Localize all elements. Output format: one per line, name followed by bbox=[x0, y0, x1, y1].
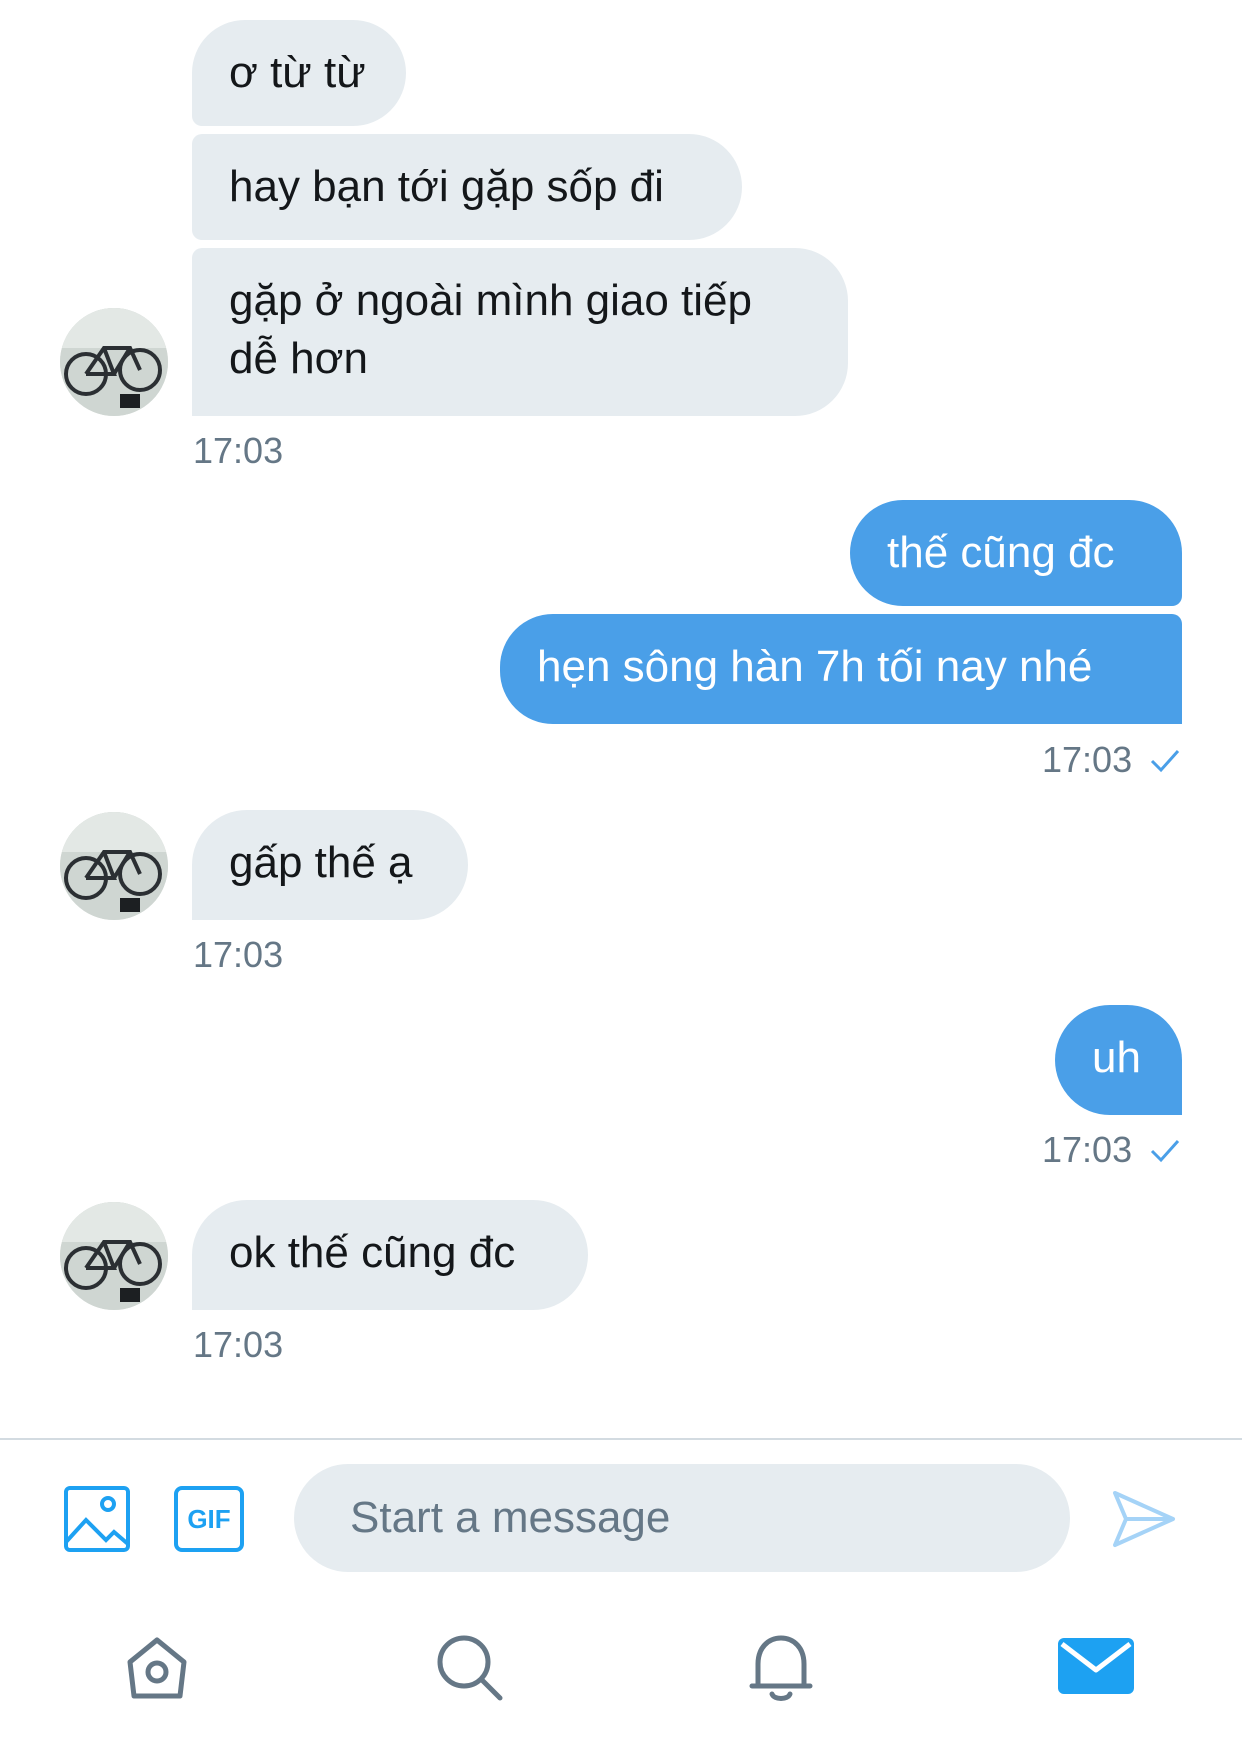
message-bubble-incoming[interactable]: hay bạn tới gặp sốp đi bbox=[192, 134, 742, 240]
tab-notifications[interactable] bbox=[744, 1630, 818, 1704]
message-bubble-incoming[interactable]: ơ từ từ bbox=[192, 20, 406, 126]
gif-button[interactable]: GIF bbox=[174, 1486, 244, 1552]
message-bubble-incoming[interactable]: gấp thế ạ bbox=[192, 810, 468, 920]
message-composer: GIF bbox=[0, 1438, 1242, 1582]
message-text-line: gặp ở ngoài mình giao tiếp bbox=[229, 276, 752, 325]
message-text: uh bbox=[1092, 1033, 1141, 1082]
tab-messages[interactable] bbox=[1056, 1634, 1136, 1698]
message-input[interactable] bbox=[294, 1464, 1070, 1572]
tab-home[interactable] bbox=[120, 1632, 194, 1706]
avatar-image bbox=[60, 308, 168, 416]
message-bubble-incoming[interactable]: gặp ở ngoài mình giao tiếp dễ hơn bbox=[192, 248, 848, 416]
message-bubble-outgoing[interactable]: uh bbox=[1055, 1005, 1182, 1115]
image-icon bbox=[64, 1486, 130, 1552]
message-thread: ơ từ từ hay bạn tới gặp sốp đi gặp ở ngo… bbox=[0, 0, 1242, 1438]
image-button[interactable] bbox=[64, 1486, 130, 1552]
message-bubble-outgoing[interactable]: thế cũng đc bbox=[850, 500, 1182, 606]
message-text-line: dễ hơn bbox=[229, 334, 368, 383]
message-timestamp: 17:03 bbox=[193, 430, 284, 471]
send-button[interactable] bbox=[1112, 1490, 1176, 1548]
message-text: hay bạn tới gặp sốp đi bbox=[229, 162, 664, 211]
message-text: ơ từ từ bbox=[229, 48, 366, 97]
avatar[interactable] bbox=[60, 1202, 168, 1310]
sent-check-icon bbox=[1150, 749, 1180, 773]
avatar[interactable] bbox=[60, 308, 168, 416]
message-bubble-outgoing[interactable]: hẹn sông hàn 7h tối nay nhé bbox=[500, 614, 1182, 724]
sent-check-icon bbox=[1150, 1139, 1180, 1163]
bottom-tab-bar bbox=[0, 1582, 1242, 1742]
message-timestamp: 17:03 bbox=[193, 934, 284, 975]
home-icon bbox=[127, 1637, 187, 1699]
search-icon bbox=[437, 1635, 503, 1701]
notifications-icon bbox=[749, 1635, 813, 1701]
message-text: ok thế cũng đc bbox=[229, 1228, 516, 1277]
gif-label: GIF bbox=[187, 1504, 231, 1534]
messages-icon bbox=[1058, 1638, 1134, 1694]
message-bubble-incoming[interactable]: ok thế cũng đc bbox=[192, 1200, 588, 1310]
tab-search[interactable] bbox=[432, 1630, 506, 1704]
avatar-image bbox=[60, 812, 168, 920]
message-text: hẹn sông hàn 7h tối nay nhé bbox=[537, 642, 1093, 691]
message-timestamp: 17:03 bbox=[1042, 739, 1133, 780]
avatar-image bbox=[60, 1202, 168, 1310]
message-text: thế cũng đc bbox=[887, 528, 1115, 577]
send-icon bbox=[1113, 1491, 1175, 1547]
message-text: gấp thế ạ bbox=[229, 838, 413, 887]
message-timestamp: 17:03 bbox=[1042, 1129, 1133, 1170]
avatar[interactable] bbox=[60, 812, 168, 920]
message-timestamp: 17:03 bbox=[193, 1324, 284, 1365]
